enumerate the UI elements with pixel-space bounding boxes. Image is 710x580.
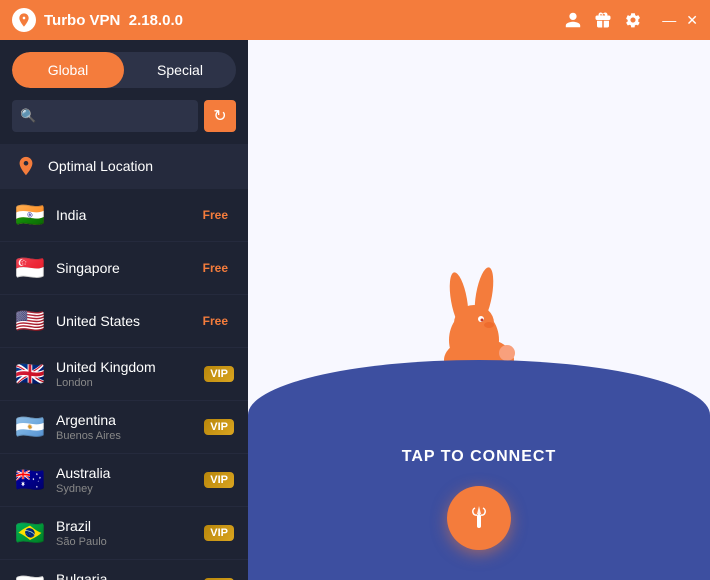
server-name: United Kingdom (56, 359, 194, 375)
vip-badge: VIP (204, 472, 234, 488)
server-info: United Kingdom London (56, 359, 194, 389)
server-item-singapore[interactable]: 🇸🇬 Singapore Free (0, 242, 248, 295)
server-info: Singapore (56, 260, 187, 276)
server-city: Buenos Aires (56, 430, 194, 442)
sidebar: Global Special 🔍 ↻ Optimal Location (0, 40, 248, 580)
vip-badge: VIP (204, 366, 234, 382)
app-title: Turbo VPN 2.18.0.0 (44, 12, 556, 29)
server-name: Optimal Location (48, 158, 234, 174)
flag-united-states: 🇺🇸 (14, 305, 46, 337)
flag-bulgaria: 🇧🇬 (14, 570, 46, 580)
vip-badge: VIP (204, 525, 234, 541)
server-name: Brazil (56, 518, 194, 534)
location-icon (14, 154, 38, 178)
server-item-united-kingdom[interactable]: 🇬🇧 United Kingdom London VIP (0, 348, 248, 401)
tab-special[interactable]: Special (124, 52, 236, 88)
flag-united-kingdom: 🇬🇧 (14, 358, 46, 390)
app-logo (12, 8, 36, 32)
server-name: Bulgaria (56, 571, 194, 580)
server-city: London (56, 377, 194, 389)
user-icon[interactable] (564, 11, 582, 29)
server-name: Argentina (56, 412, 194, 428)
search-bar: 🔍 ↻ (12, 100, 236, 132)
free-badge: Free (197, 259, 234, 277)
flag-argentina: 🇦🇷 (14, 411, 46, 443)
server-item-argentina[interactable]: 🇦🇷 Argentina Buenos Aires VIP (0, 401, 248, 454)
server-info: Argentina Buenos Aires (56, 412, 194, 442)
server-item-optimal[interactable]: Optimal Location (0, 144, 248, 189)
server-info: Australia Sydney (56, 465, 194, 495)
search-icon: 🔍 (20, 108, 36, 124)
server-name: United States (56, 313, 187, 329)
main-content: Global Special 🔍 ↻ Optimal Location (0, 40, 710, 580)
server-info: Optimal Location (48, 158, 234, 174)
tab-global[interactable]: Global (12, 52, 124, 88)
free-badge: Free (197, 312, 234, 330)
toolbar-icons: — ✕ (564, 11, 698, 29)
server-item-brazil[interactable]: 🇧🇷 Brazil São Paulo VIP (0, 507, 248, 560)
server-info: India (56, 207, 187, 223)
server-info: Bulgaria Sofia (56, 571, 194, 580)
server-name: India (56, 207, 187, 223)
server-info: Brazil São Paulo (56, 518, 194, 548)
minimize-button[interactable]: — (662, 13, 676, 27)
tab-switcher: Global Special (12, 52, 236, 88)
title-bar: Turbo VPN 2.18.0.0 — ✕ (0, 0, 710, 40)
server-item-australia[interactable]: 🇦🇺 Australia Sydney VIP (0, 454, 248, 507)
server-item-bulgaria[interactable]: 🇧🇬 Bulgaria Sofia VIP (0, 560, 248, 580)
gift-icon[interactable] (594, 11, 612, 29)
search-input-wrap: 🔍 (12, 100, 198, 132)
flag-india: 🇮🇳 (14, 199, 46, 231)
server-item-united-states[interactable]: 🇺🇸 United States Free (0, 295, 248, 348)
settings-icon[interactable] (624, 11, 642, 29)
server-item-india[interactable]: 🇮🇳 India Free (0, 189, 248, 242)
server-name: Singapore (56, 260, 187, 276)
connect-text: TAP TO CONNECT (402, 448, 556, 466)
server-info: United States (56, 313, 187, 329)
server-city: Sydney (56, 483, 194, 495)
vip-badge: VIP (204, 419, 234, 435)
server-city: São Paulo (56, 536, 194, 548)
search-input[interactable] (36, 109, 190, 124)
server-list: Optimal Location 🇮🇳 India Free 🇸🇬 Singap… (0, 144, 248, 580)
close-button[interactable]: ✕ (686, 13, 698, 27)
right-panel[interactable]: TAP TO CONNECT (248, 40, 710, 580)
flag-brazil: 🇧🇷 (14, 517, 46, 549)
server-name: Australia (56, 465, 194, 481)
flag-australia: 🇦🇺 (14, 464, 46, 496)
window-controls: — ✕ (662, 13, 698, 27)
free-badge: Free (197, 206, 234, 224)
connect-button[interactable] (447, 486, 511, 550)
flag-singapore: 🇸🇬 (14, 252, 46, 284)
refresh-button[interactable]: ↻ (204, 100, 236, 132)
